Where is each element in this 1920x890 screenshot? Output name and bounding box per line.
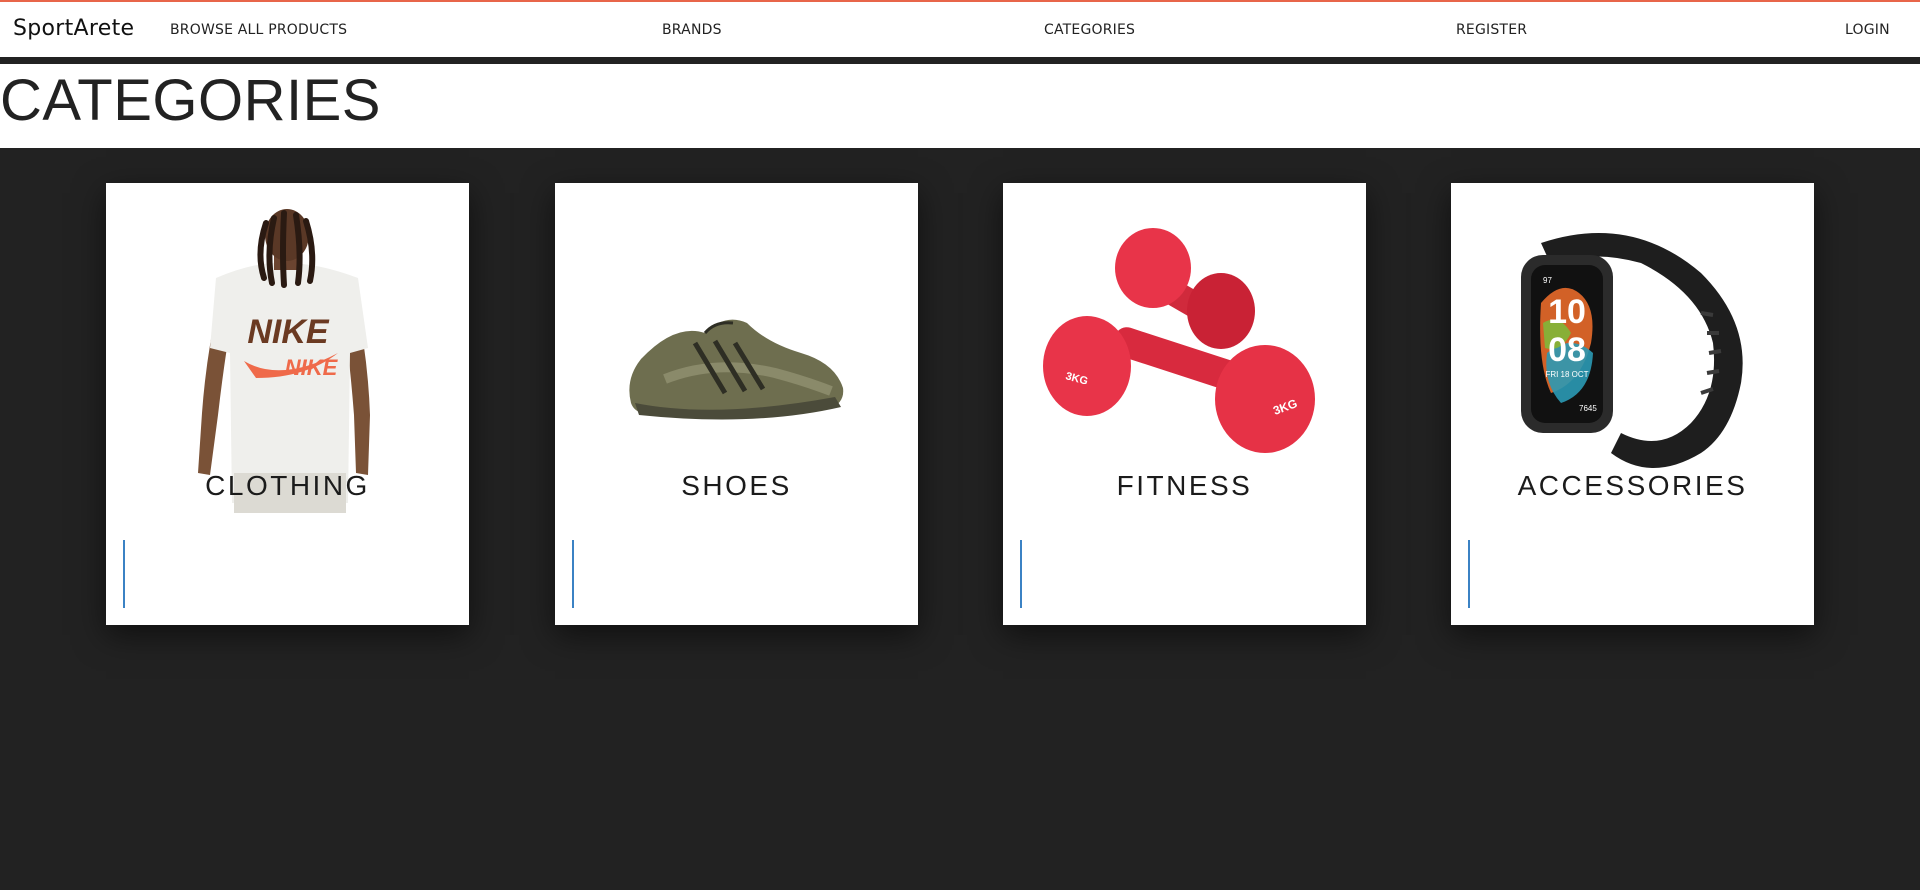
nav-brands[interactable]: BRANDS [662,22,722,38]
focus-indicator [123,540,125,608]
category-card-fitness[interactable]: 3KG 3KG FITNESS [1003,183,1366,625]
category-card-shoes[interactable]: SHOES [555,183,918,625]
svg-text:NIKE: NIKE [247,313,330,351]
nav-categories[interactable]: CATEGORIES [1044,22,1135,38]
focus-indicator [572,540,574,608]
page-title: CATEGORIES [0,68,381,133]
focus-indicator [1468,540,1470,608]
tshirt-model-image: NIKE NIKE [106,183,469,513]
svg-text:10: 10 [1548,293,1586,331]
svg-text:NIKE: NIKE [285,355,339,380]
nav-browse-all-products[interactable]: BROWSE ALL PRODUCTS [170,22,347,38]
brand-logo-link[interactable]: SportArete [13,16,134,41]
category-label-accessories: ACCESSORIES [1517,470,1748,501]
sneaker-image [555,183,918,513]
page-header: CATEGORIES [0,64,1920,148]
top-navbar: SportArete BROWSE ALL PRODUCTS BRANDS CA… [0,0,1920,63]
nav-register[interactable]: REGISTER [1456,22,1527,38]
svg-text:08: 08 [1548,331,1586,369]
focus-indicator [1020,540,1022,608]
category-label-shoes: SHOES [681,470,792,501]
dumbbells-image: 3KG 3KG [1003,183,1366,513]
smartwatch-image: 10 08 FRI 18 OCT 97 7645 [1451,183,1814,513]
svg-text:97: 97 [1543,276,1552,285]
category-label-clothing: CLOTHING [205,470,370,501]
category-card-accessories[interactable]: 10 08 FRI 18 OCT 97 7645 ACCESSORIES [1451,183,1814,625]
svg-text:7645: 7645 [1579,404,1597,413]
category-card-clothing[interactable]: NIKE NIKE CLOTHING [106,183,469,625]
category-label-fitness: FITNESS [1116,470,1253,501]
nav-login[interactable]: LOGIN [1845,22,1890,38]
svg-text:FRI 18 OCT: FRI 18 OCT [1545,370,1588,379]
